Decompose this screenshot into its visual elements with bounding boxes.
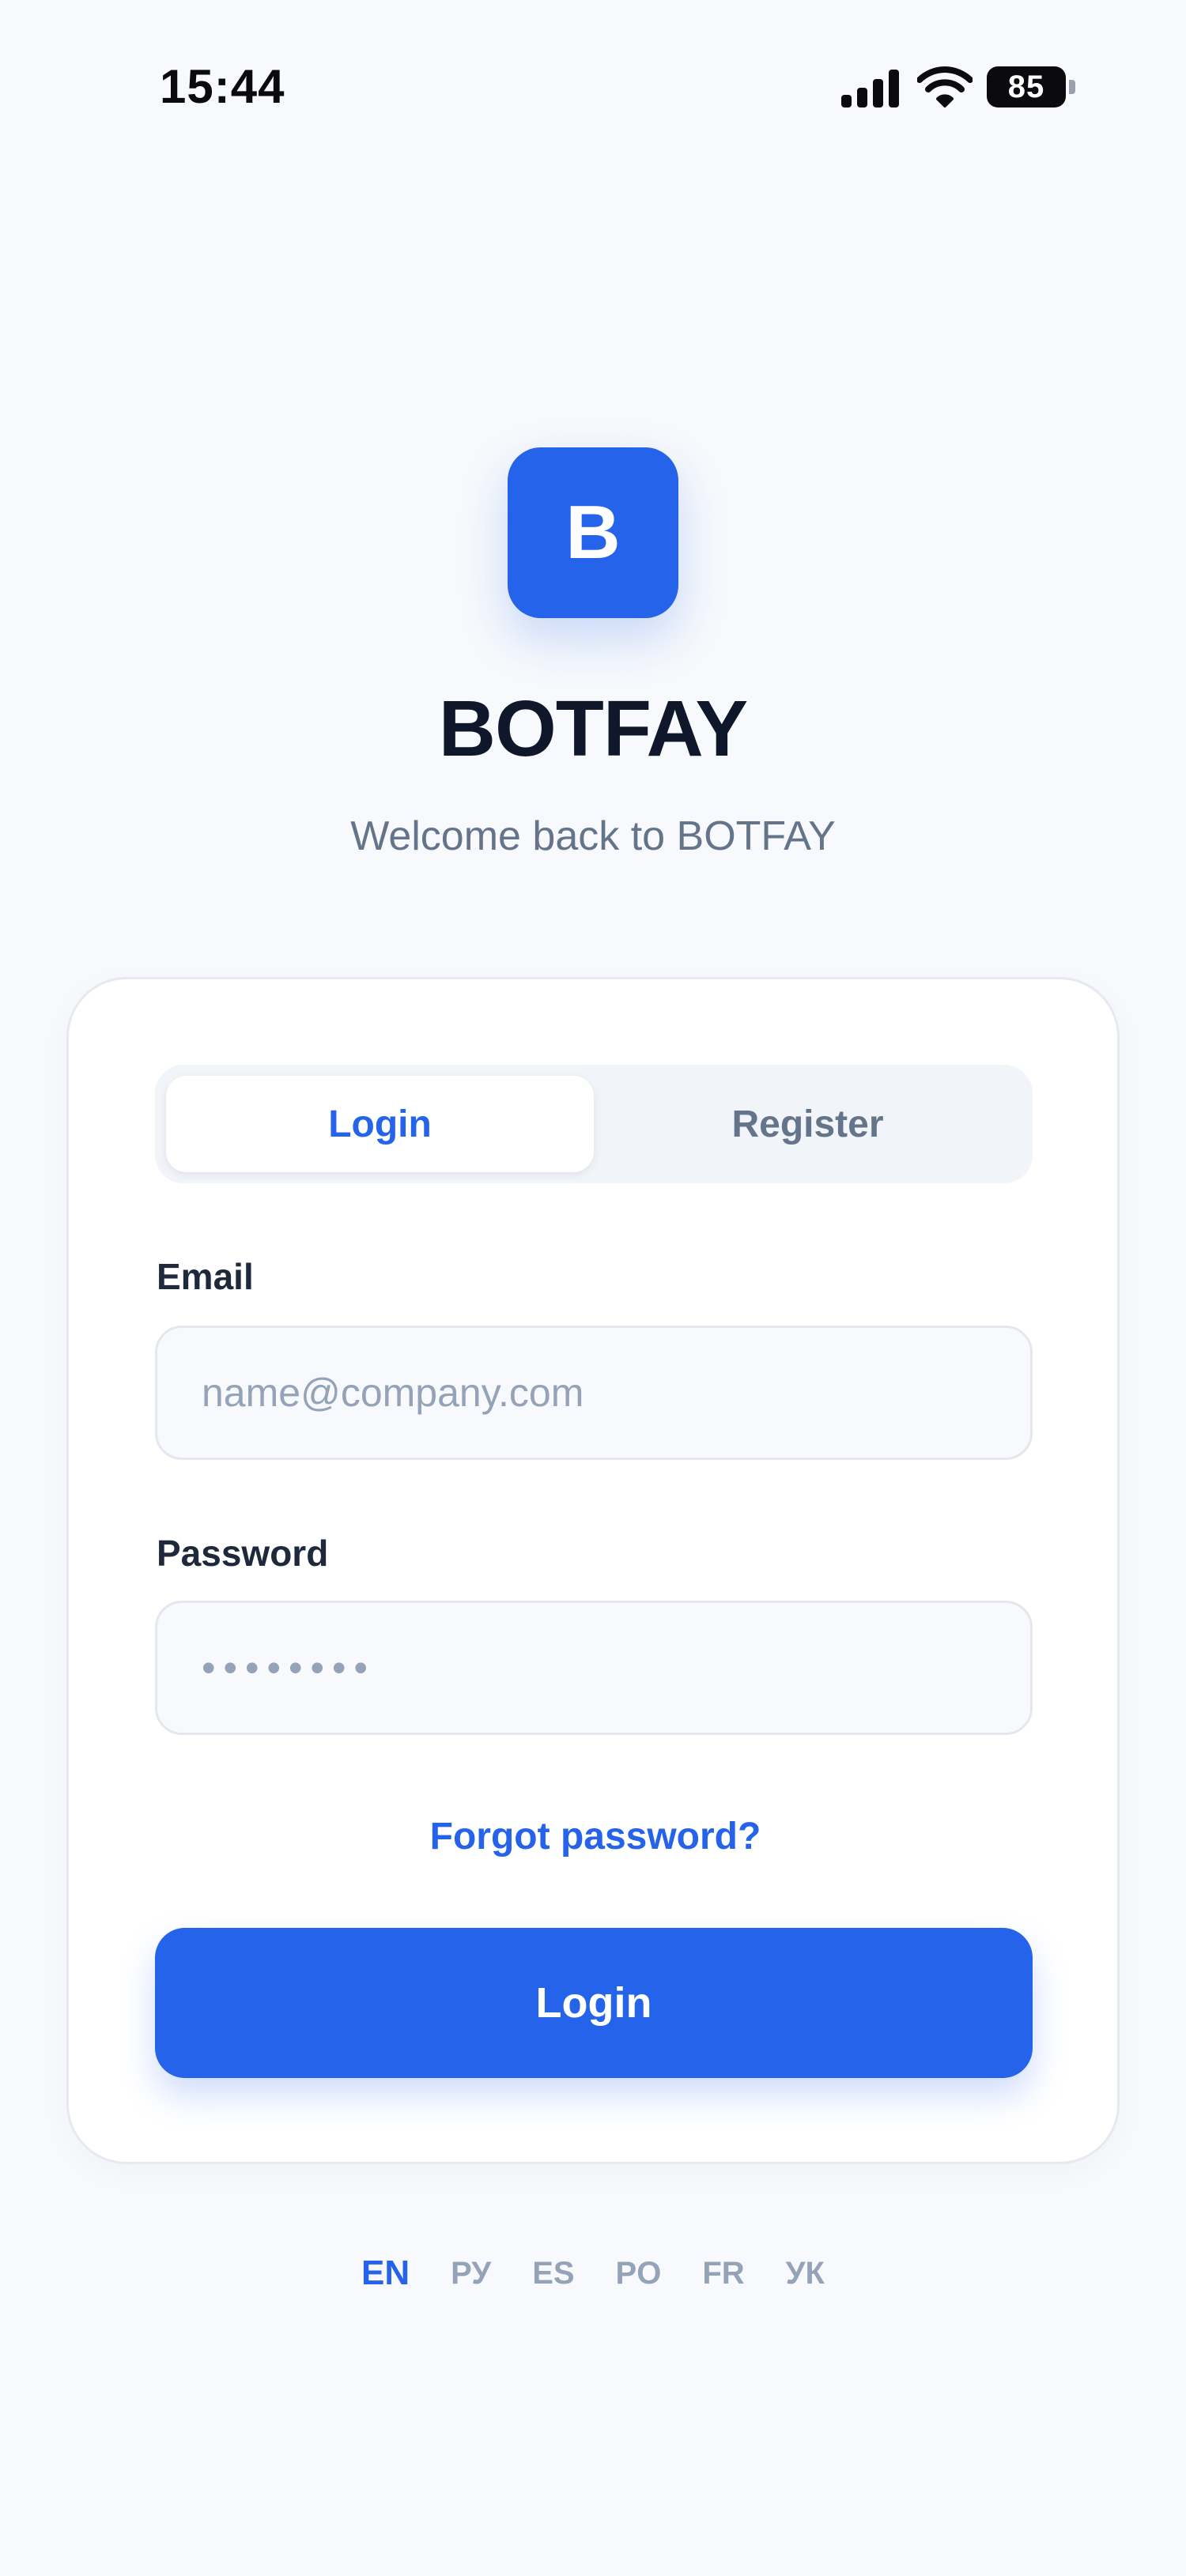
language-option-en[interactable]: EN: [361, 2250, 410, 2297]
language-option-po[interactable]: PO: [616, 2250, 662, 2297]
cellular-signal-icon: [841, 66, 903, 107]
status-time: 15:44: [160, 60, 285, 113]
battery-level: 85: [987, 66, 1066, 107]
battery-tip: [1069, 80, 1075, 94]
app-logo: B: [508, 447, 678, 618]
email-label: Email: [157, 1256, 254, 1297]
password-field[interactable]: [155, 1601, 1033, 1735]
auth-card: Login Register Email Password Forgot pas…: [66, 977, 1120, 2164]
language-option-ru[interactable]: РУ: [451, 2250, 491, 2297]
login-button[interactable]: Login: [155, 1928, 1033, 2078]
wifi-icon: [917, 66, 973, 107]
email-field[interactable]: [155, 1326, 1033, 1460]
welcome-subtitle: Welcome back to BOTFAY: [350, 813, 836, 859]
password-label: Password: [157, 1533, 329, 1574]
language-option-fr[interactable]: FR: [702, 2250, 744, 2297]
language-option-uk[interactable]: УК: [786, 2250, 825, 2297]
status-icons: 85: [841, 63, 1075, 111]
language-option-es[interactable]: ES: [532, 2250, 574, 2297]
language-switcher: EN РУ ES PO FR УК: [0, 2250, 1186, 2297]
battery-icon: 85: [987, 66, 1075, 107]
tab-register[interactable]: Register: [594, 1076, 1022, 1172]
auth-tabs: Login Register: [155, 1065, 1033, 1183]
app-title: BOTFAY: [438, 685, 748, 773]
tab-login[interactable]: Login: [166, 1076, 594, 1172]
forgot-password-link[interactable]: Forgot password?: [69, 1809, 1122, 1865]
